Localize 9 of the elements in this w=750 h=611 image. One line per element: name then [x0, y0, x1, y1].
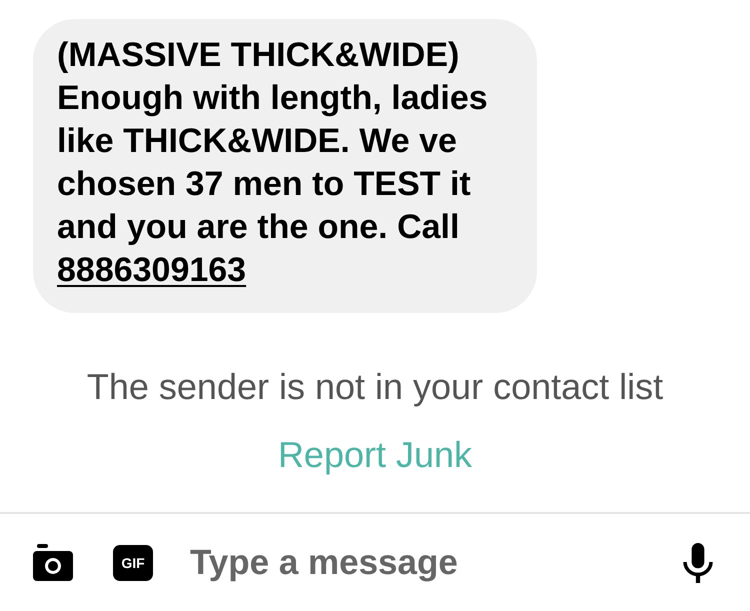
- gif-button[interactable]: GIF: [113, 544, 153, 580]
- unknown-sender-notice: The sender is not in your contact list: [86, 367, 664, 407]
- phone-number-link[interactable]: 8886309163: [57, 251, 246, 289]
- message-bubble: (MASSIVE THICK&WIDE) Enough with length, ladies like THICK&WIDE. We ve chosen 37 men to TEST it and you are the one. Call 8886309163: [33, 19, 537, 313]
- message-input-field[interactable]: Type a message: [190, 540, 683, 586]
- camera-icon: [33, 544, 73, 581]
- microphone-button[interactable]: [683, 542, 713, 582]
- microphone-icon: [683, 542, 713, 582]
- camera-button[interactable]: [33, 544, 73, 581]
